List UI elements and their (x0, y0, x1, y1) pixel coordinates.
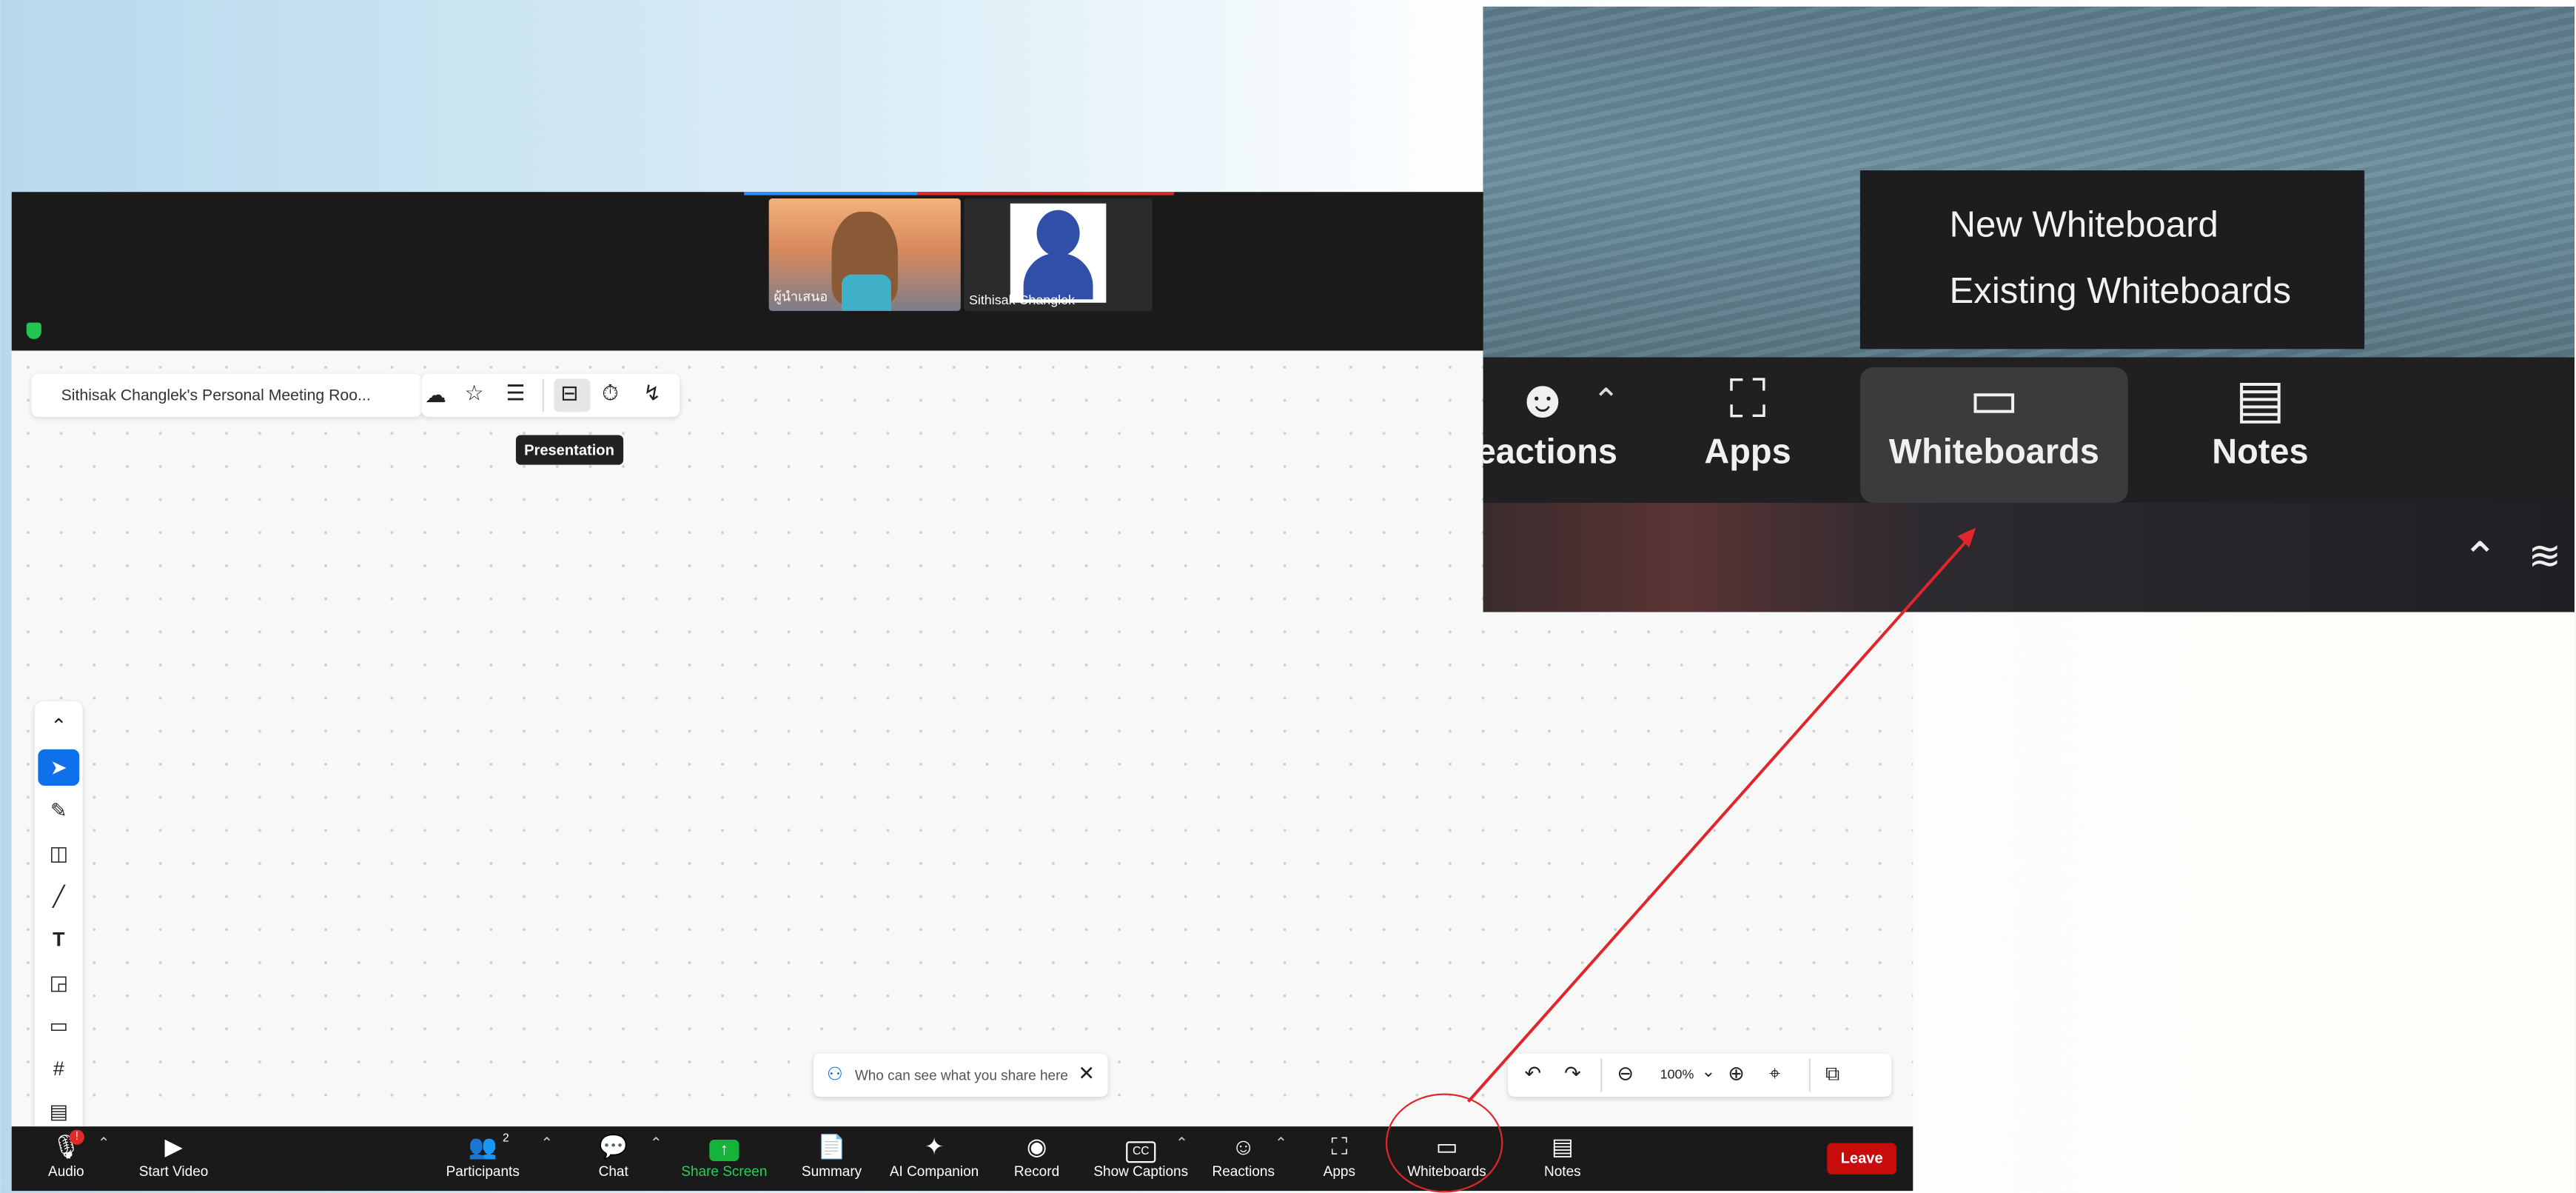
annotation-arrow (1467, 527, 1976, 1103)
slide: ผู้นำเสนอ Sithisak Changlek Sithisak Cha… (0, 0, 2576, 1193)
